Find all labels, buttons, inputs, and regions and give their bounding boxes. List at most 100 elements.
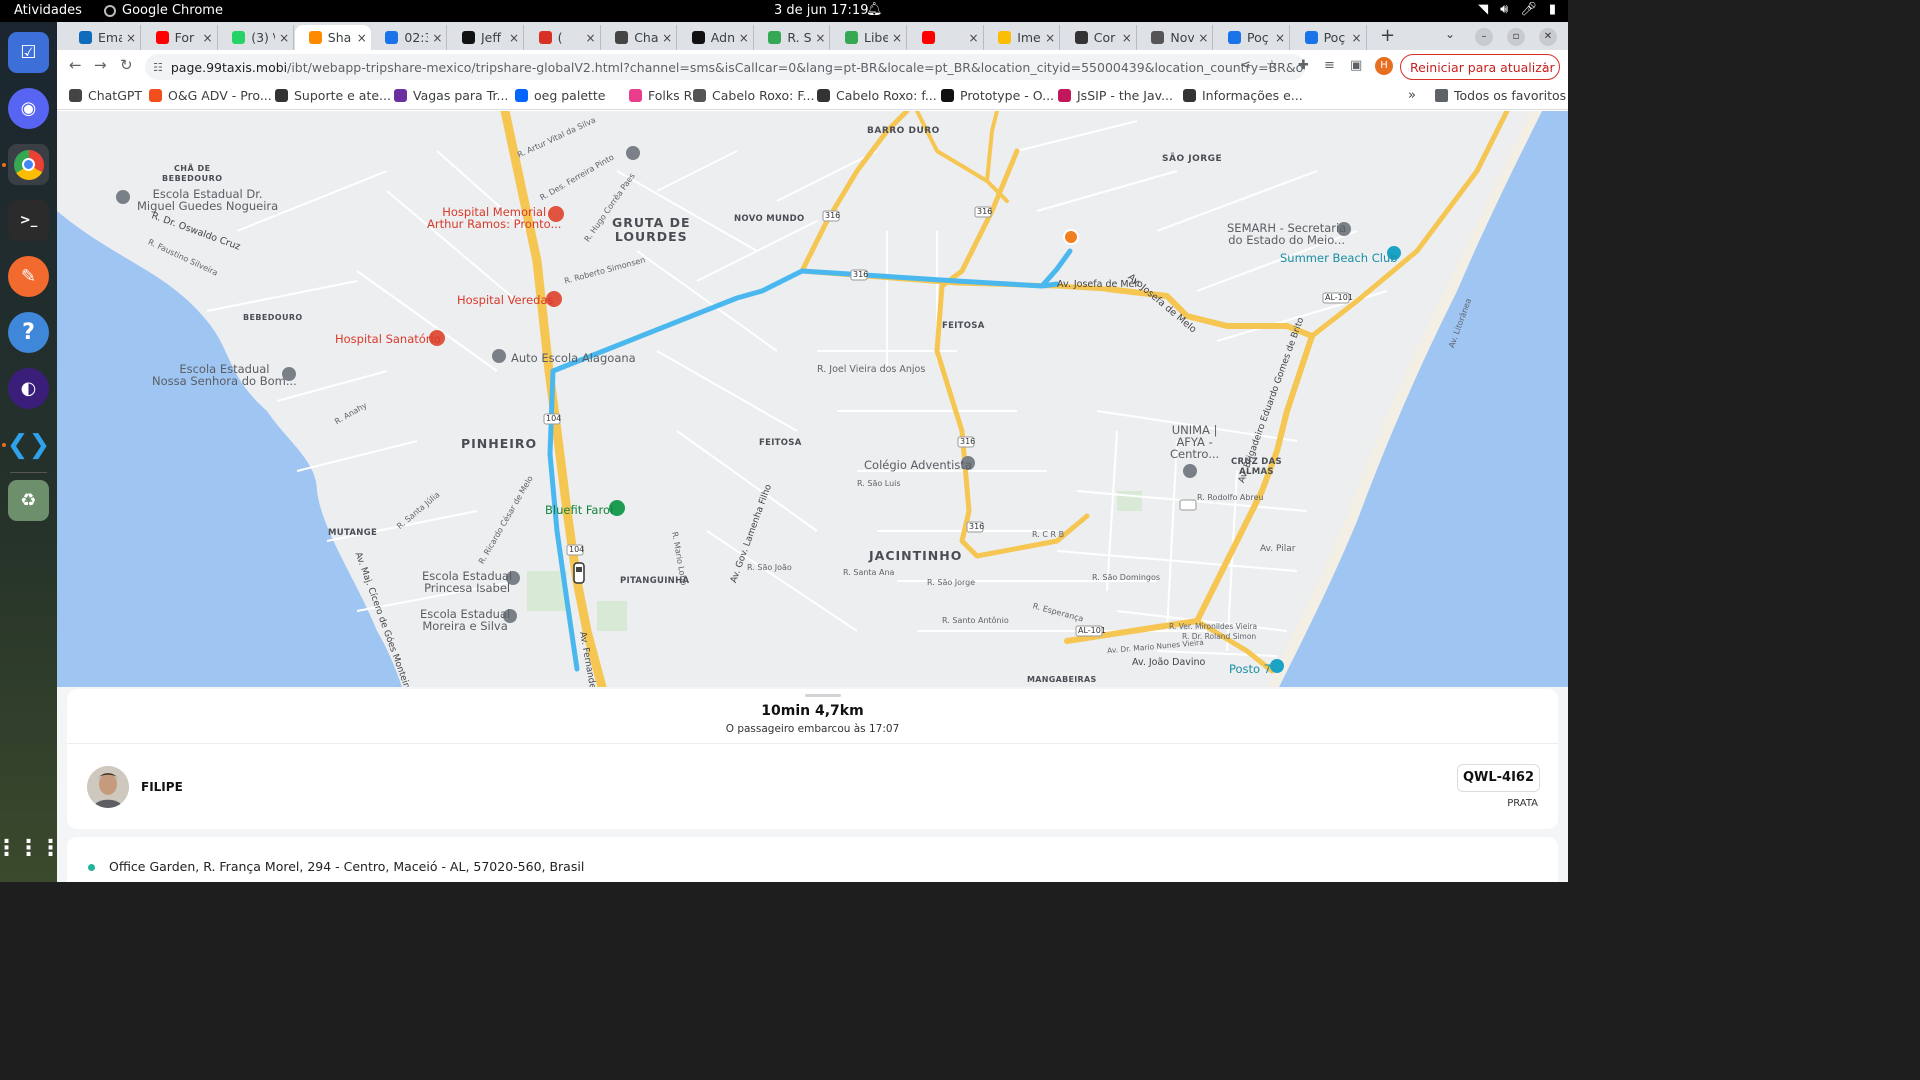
maximize-button[interactable]: ▫ bbox=[1507, 28, 1525, 46]
tab-close-icon[interactable]: × bbox=[1198, 31, 1208, 45]
tab-close-icon[interactable]: × bbox=[892, 31, 902, 45]
activities-button[interactable]: Atividades bbox=[14, 3, 82, 18]
tab-close-icon[interactable]: × bbox=[357, 31, 367, 45]
map-poi-escola-miguel[interactable]: Escola Estadual Dr. Miguel Guedes Noguei… bbox=[137, 188, 278, 212]
tab-9[interactable]: R. S × bbox=[754, 25, 831, 50]
tab-close-icon[interactable]: × bbox=[203, 31, 213, 45]
media-control-icon[interactable]: ≡ bbox=[1324, 58, 1335, 73]
tab-close-icon[interactable]: × bbox=[1352, 31, 1362, 45]
tab-close-icon[interactable]: × bbox=[815, 31, 825, 45]
side-panel-icon[interactable]: ▣ bbox=[1350, 58, 1362, 73]
map-poi-summer-beach[interactable]: Summer Beach Club bbox=[1280, 251, 1398, 265]
clock[interactable]: 3 de jun 17:19 bbox=[774, 3, 868, 18]
map-label-cha-de-bebedouro: CHÃ DE BEBEDOURO bbox=[162, 164, 223, 183]
tab-close-icon[interactable]: × bbox=[662, 31, 672, 45]
trip-map[interactable]: BARRO DURO SÃO JORGE CHÃ DE BEBEDOURO Es… bbox=[57, 111, 1568, 687]
all-bookmarks-folder[interactable]: Todos os favoritos bbox=[1435, 88, 1566, 103]
help-app-icon[interactable]: ? bbox=[8, 312, 49, 353]
bookmark-1[interactable]: O&G ADV - Pro... bbox=[149, 88, 272, 103]
tab-search-chevron-icon[interactable]: ⌄ bbox=[1445, 27, 1455, 41]
tab-close-icon[interactable]: × bbox=[1275, 31, 1285, 45]
bookmark-8[interactable]: Prototype - O... bbox=[941, 88, 1054, 103]
tasks-app-icon[interactable]: ☑ bbox=[8, 32, 49, 73]
tab-close-icon[interactable]: × bbox=[586, 31, 596, 45]
discord-app-icon[interactable]: ◉ bbox=[8, 88, 49, 129]
map-poi-bluefit[interactable]: Bluefit Farol bbox=[545, 503, 613, 517]
tab-close-icon[interactable]: × bbox=[1045, 31, 1055, 45]
reload-button[interactable]: ↻ bbox=[120, 56, 133, 74]
bookmark-6[interactable]: Cabelo Roxo: F... bbox=[693, 88, 814, 103]
more-bookmarks-chevron-icon[interactable]: » bbox=[1408, 88, 1416, 103]
tab-14[interactable]: Nov × bbox=[1137, 25, 1214, 50]
sheet-drag-handle[interactable] bbox=[805, 694, 841, 697]
show-apps-grid-icon[interactable]: ⋮⋮⋮ bbox=[0, 828, 62, 869]
tab-close-icon[interactable]: × bbox=[739, 31, 749, 45]
back-button[interactable]: ← bbox=[69, 56, 82, 74]
tab-title: (3) \ bbox=[251, 30, 276, 45]
tab-10[interactable]: Libe × bbox=[831, 25, 907, 50]
map-poi-escola-moreira[interactable]: Escola Estadual Moreira e Silva bbox=[420, 608, 510, 632]
tab-close-icon[interactable]: × bbox=[126, 31, 136, 45]
map-poi-escola-princesa[interactable]: Escola Estadual Princesa Isabel bbox=[422, 570, 512, 594]
map-poi-unima[interactable]: UNIMA | AFYA - Centro... bbox=[1170, 424, 1219, 460]
site-info-icon[interactable]: ☷ bbox=[153, 61, 163, 74]
tab-close-icon[interactable]: × bbox=[279, 31, 289, 45]
tab-15[interactable]: Poç × bbox=[1214, 25, 1290, 50]
bookmark-3[interactable]: Vagas para Tr... bbox=[394, 88, 508, 103]
new-tab-button[interactable]: + bbox=[1380, 25, 1395, 46]
tab-7[interactable]: Cha × bbox=[601, 25, 678, 50]
map-poi-auto-escola[interactable]: Auto Escola Alagoana bbox=[511, 351, 636, 365]
tab-13[interactable]: Cor × bbox=[1061, 25, 1137, 50]
share-icon[interactable]: ⋖ bbox=[1240, 58, 1251, 73]
trash-app-icon[interactable]: ♻ bbox=[8, 480, 49, 521]
tab-close-icon[interactable]: × bbox=[432, 31, 442, 45]
tab-3[interactable]: Sha × bbox=[294, 25, 371, 50]
close-window-button[interactable]: ✕ bbox=[1539, 28, 1557, 46]
map-poi-posto-7[interactable]: Posto 7 bbox=[1229, 662, 1271, 676]
map-street-santo-antonio: R. Santo Antônio bbox=[942, 616, 1009, 625]
tab-0[interactable]: Ema × bbox=[65, 25, 141, 50]
tab-close-icon[interactable]: × bbox=[969, 31, 979, 45]
vscode-app-icon[interactable]: ❮❯ bbox=[7, 424, 51, 465]
tab-16[interactable]: Poç × bbox=[1291, 25, 1367, 50]
bookmark-5[interactable]: Folks RH bbox=[629, 88, 702, 103]
tab-11[interactable]: × bbox=[908, 25, 984, 50]
map-poi-hospital-sanatorio[interactable]: Hospital Sanatório bbox=[335, 332, 441, 346]
map-poi-semarh[interactable]: SEMARH - Secretaria do Estado do Meio... bbox=[1227, 222, 1346, 246]
system-tray[interactable]: ◥ 🔊︎ 🎤︎ ▮ bbox=[1478, 2, 1556, 17]
tab-close-icon[interactable]: × bbox=[1122, 31, 1132, 45]
postman-app-icon[interactable]: ✎ bbox=[8, 256, 49, 297]
map-poi-colegio-adventista[interactable]: Colégio Adventista bbox=[864, 458, 972, 472]
tab-1[interactable]: For × bbox=[142, 25, 218, 50]
eta-distance: 10min 4,7km bbox=[761, 703, 864, 719]
minimize-button[interactable]: – bbox=[1475, 28, 1493, 46]
chrome-small-icon bbox=[104, 4, 116, 17]
bookmark-star-icon[interactable]: ☆ bbox=[1266, 58, 1278, 73]
tab-4[interactable]: 02:3 × bbox=[371, 25, 448, 50]
forward-button[interactable]: → bbox=[94, 56, 107, 74]
url-path: /ibt/webapp-tripshare-mexico/tripshare-g… bbox=[287, 59, 1305, 75]
tab-2[interactable]: (3) \ × bbox=[218, 25, 295, 50]
tab-8[interactable]: Adn × bbox=[678, 25, 754, 50]
bookmark-2[interactable]: Suporte e ate... bbox=[275, 88, 391, 103]
tab-12[interactable]: Ime × bbox=[984, 25, 1061, 50]
bookmark-0[interactable]: ChatGPT bbox=[69, 88, 142, 103]
bookmark-4[interactable]: oeg palette bbox=[515, 88, 606, 103]
terminal-app-icon[interactable]: >_ bbox=[8, 200, 49, 241]
obs-app-icon[interactable]: ◐ bbox=[8, 368, 49, 409]
tab-5[interactable]: Jeff × bbox=[448, 25, 524, 50]
map-poi-escola-nossa[interactable]: Escola Estadual Nossa Senhora do Bom... bbox=[152, 363, 297, 387]
profile-avatar[interactable]: H bbox=[1375, 57, 1393, 75]
bookmark-9[interactable]: JsSIP - the Jav... bbox=[1058, 88, 1173, 103]
map-poi-hospital-memorial[interactable]: Hospital Memorial Arthur Ramos: Pronto..… bbox=[427, 206, 561, 230]
bookmark-10[interactable]: Informações e... bbox=[1183, 88, 1303, 103]
tab-6[interactable]: (× bbox=[525, 25, 601, 50]
chrome-app-icon[interactable] bbox=[8, 144, 49, 185]
address-bar[interactable]: ☷ page.99taxis.mobi/ibt/webapp-tripshare… bbox=[145, 54, 1305, 80]
relaunch-update-button[interactable]: Reiniciar para atualizar ⋮ bbox=[1400, 54, 1560, 80]
tab-close-icon[interactable]: × bbox=[509, 31, 519, 45]
extensions-icon[interactable]: ✚ bbox=[1298, 58, 1309, 73]
map-poi-hospital-veredas[interactable]: Hospital Veredas bbox=[457, 293, 554, 307]
bookmark-7[interactable]: Cabelo Roxo: f... bbox=[817, 88, 937, 103]
app-menu[interactable]: Google Chrome bbox=[104, 3, 223, 18]
